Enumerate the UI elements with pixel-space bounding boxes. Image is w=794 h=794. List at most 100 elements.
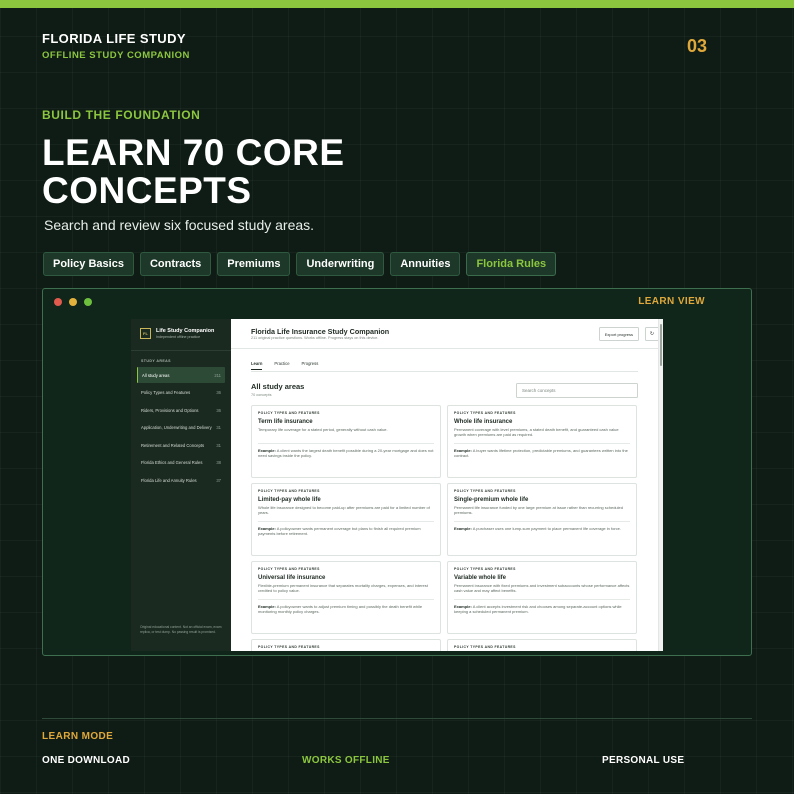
- chip-contracts: Contracts: [139, 252, 212, 276]
- card-example: Example: A client wants the largest deat…: [258, 448, 434, 458]
- sidebar-item-count: 37: [216, 477, 221, 483]
- concept-card[interactable]: POLICY TYPES AND FEATURES Single-premium…: [447, 483, 637, 556]
- app-sidebar: FL Life Study Companion Independent offl…: [131, 319, 231, 651]
- app-window-mockup: LEARN VIEW FL Life Study Companion Indep…: [42, 288, 752, 656]
- hero-subhead: Search and review six focused study area…: [44, 217, 315, 233]
- sidebar-item-count: 36: [216, 407, 221, 413]
- chip-premiums: Premiums: [217, 252, 291, 276]
- app-title: Florida Life Insurance Study Companion: [251, 327, 390, 336]
- chip-florida-rules: Florida Rules: [466, 252, 557, 276]
- tab-practice[interactable]: Practice: [274, 361, 289, 370]
- card-example: Example: A policyowner wants permanent c…: [258, 526, 434, 536]
- sidebar-brand: FL Life Study Companion Independent offl…: [140, 328, 214, 339]
- sidebar-item-label: Policy Types and Features: [141, 390, 191, 395]
- concept-card[interactable]: POLICY TYPES AND FEATURES Limited-pay wh…: [251, 483, 441, 556]
- concept-card-grid: POLICY TYPES AND FEATURES Term life insu…: [251, 405, 637, 651]
- card-divider: [258, 443, 434, 444]
- scrollbar[interactable]: [658, 319, 663, 651]
- footer-divider: [42, 718, 752, 719]
- card-description: Flexible-premium permanent insurance tha…: [258, 583, 428, 594]
- maximize-dot-icon[interactable]: [84, 298, 92, 306]
- page-number: 03: [687, 36, 708, 56]
- sidebar-item-label: Retirement and Related Concepts: [141, 442, 205, 448]
- minimize-dot-icon[interactable]: [69, 298, 77, 306]
- sidebar-item-label: Application, Underwriting and Delivery: [141, 425, 212, 430]
- card-example: Example: A policyowner wants to adjust p…: [258, 604, 434, 614]
- app-logo-icon: FL: [140, 328, 151, 339]
- card-title: Variable whole life: [454, 575, 507, 581]
- card-category: POLICY TYPES AND FEATURES: [454, 411, 516, 415]
- sidebar-item-count: 211: [214, 372, 221, 378]
- concept-card[interactable]: POLICY TYPES AND FEATURES Whole life ins…: [447, 405, 637, 478]
- sidebar-item-policy-types[interactable]: Policy Types and Features 36: [137, 385, 225, 401]
- tab-learn[interactable]: Learn: [251, 361, 263, 370]
- card-category: POLICY TYPES AND FEATURES: [454, 645, 516, 649]
- window-controls: [54, 298, 92, 306]
- card-example: Example: A buyer wants lifetime protecti…: [454, 448, 630, 458]
- app-subtitle: 211 original practice questions. Works o…: [251, 336, 379, 340]
- concept-card[interactable]: POLICY TYPES AND FEATURES Term life insu…: [251, 405, 441, 478]
- chip-annuities: Annuities: [390, 252, 461, 276]
- app-main: Florida Life Insurance Study Companion 2…: [231, 319, 663, 651]
- card-category: POLICY TYPES AND FEATURES: [258, 411, 320, 415]
- example-text: A client wants the largest death benefit…: [258, 448, 434, 459]
- refresh-icon[interactable]: ↻: [645, 327, 659, 341]
- card-title: Term life insurance: [258, 419, 313, 425]
- export-progress-button[interactable]: Export progress: [598, 327, 639, 341]
- example-label: Example:: [454, 526, 472, 531]
- sidebar-item-count: 31: [216, 425, 221, 430]
- top-accent-bar: [0, 0, 794, 8]
- brand-subtitle: OFFLINE STUDY COMPANION: [42, 50, 190, 61]
- card-description: Temporary life coverage for a stated per…: [258, 427, 388, 432]
- card-title: Universal life insurance: [258, 575, 326, 581]
- close-dot-icon[interactable]: [54, 298, 62, 306]
- card-title: Single-premium whole life: [454, 497, 529, 503]
- example-text: A policyowner wants permanent coverage b…: [258, 526, 421, 537]
- scrollbar-thumb[interactable]: [660, 324, 662, 366]
- feature-one-download: ONE DOWNLOAD: [42, 755, 131, 766]
- app-tabs: Learn Practice Progress: [251, 361, 318, 370]
- sidebar-divider: [131, 350, 231, 351]
- sidebar-item-count: 31: [216, 442, 221, 448]
- sidebar-item-riders[interactable]: Riders, Provisions and Options 36: [137, 402, 225, 418]
- sidebar-item-label: Riders, Provisions and Options: [141, 407, 199, 413]
- sidebar-item-all[interactable]: All study areas 211: [137, 367, 225, 383]
- sidebar-item-label: Florida Life and Annuity Rules: [141, 477, 197, 483]
- card-divider: [454, 599, 630, 600]
- sidebar-disclaimer: Original educational content. Not an off…: [140, 625, 222, 634]
- example-text: A client accepts investment risk and cho…: [454, 604, 622, 615]
- concept-card[interactable]: POLICY TYPES AND FEATURES Universal life…: [251, 561, 441, 634]
- sidebar-item-underwriting[interactable]: Application, Underwriting and Delivery 3…: [137, 420, 225, 436]
- topic-chips: Policy Basics Contracts Premiums Underwr…: [43, 252, 557, 276]
- sidebar-item-ethics[interactable]: Florida Ethics and General Rules 38: [137, 455, 225, 471]
- chip-underwriting: Underwriting: [296, 252, 385, 276]
- hero-eyebrow: BUILD THE FOUNDATION: [42, 108, 201, 122]
- sidebar-title: Life Study Companion: [156, 328, 215, 334]
- feature-works-offline: WORKS OFFLINE: [302, 755, 390, 766]
- card-category: POLICY TYPES AND FEATURES: [258, 489, 320, 493]
- footer-mode: LEARN MODE: [42, 731, 114, 742]
- feature-personal-use: PERSONAL USE: [602, 755, 685, 766]
- card-description: Permanent life insurance funded by one l…: [454, 505, 623, 516]
- study-area-list: All study areas 211 Policy Types and Fea…: [137, 367, 225, 490]
- search-concepts-input[interactable]: Search concepts: [516, 383, 638, 398]
- brand-title: FLORIDA LIFE STUDY: [42, 31, 186, 46]
- section-title: All study areas: [251, 382, 305, 391]
- card-category: POLICY TYPES AND FEATURES: [258, 645, 320, 649]
- card-title: Whole life insurance: [454, 419, 513, 425]
- sidebar-item-annuity-rules[interactable]: Florida Life and Annuity Rules 37: [137, 472, 225, 488]
- sidebar-item-label: Florida Ethics and General Rules: [141, 460, 203, 465]
- tab-progress[interactable]: Progress: [302, 361, 319, 370]
- window-label: LEARN VIEW: [638, 296, 705, 307]
- concept-card[interactable]: POLICY TYPES AND FEATURES: [251, 639, 441, 651]
- card-divider: [454, 521, 630, 522]
- card-description: Permanent coverage with level premiums, …: [454, 427, 619, 438]
- card-description: Whole life insurance designed to become …: [258, 505, 430, 516]
- sidebar-item-retirement[interactable]: Retirement and Related Concepts 31: [137, 437, 225, 453]
- card-divider: [258, 599, 434, 600]
- concept-card[interactable]: POLICY TYPES AND FEATURES: [447, 639, 637, 651]
- chip-policy-basics: Policy Basics: [43, 252, 134, 276]
- concept-card[interactable]: POLICY TYPES AND FEATURES Variable whole…: [447, 561, 637, 634]
- card-divider: [454, 443, 630, 444]
- sidebar-item-count: 36: [216, 390, 221, 395]
